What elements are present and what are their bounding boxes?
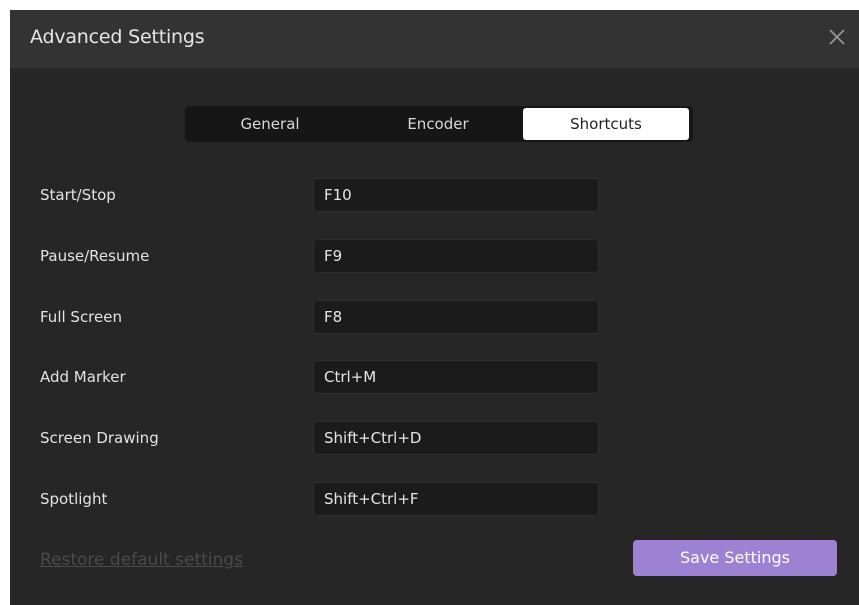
advanced-settings-dialog: Advanced Settings General Encoder Shortc… [10, 10, 859, 605]
tab-encoder[interactable]: Encoder [355, 108, 521, 140]
close-button[interactable] [825, 25, 849, 49]
shortcut-label-add-marker: Add Marker [40, 368, 126, 386]
dialog-title: Advanced Settings [30, 26, 205, 48]
shortcut-field-full-screen[interactable]: F8 [313, 300, 599, 334]
title-bar: Advanced Settings [10, 10, 859, 68]
close-icon [829, 29, 845, 45]
shortcut-field-add-marker[interactable]: Ctrl+M [313, 360, 599, 394]
shortcut-label-full-screen: Full Screen [40, 308, 122, 326]
shortcut-label-pause-resume: Pause/Resume [40, 247, 150, 265]
shortcut-label-start-stop: Start/Stop [40, 186, 116, 204]
tab-general[interactable]: General [187, 108, 353, 140]
shortcut-field-start-stop[interactable]: F10 [313, 178, 599, 212]
settings-tabs: General Encoder Shortcuts [185, 106, 693, 142]
save-settings-button[interactable]: Save Settings [633, 540, 837, 576]
tab-shortcuts[interactable]: Shortcuts [523, 108, 689, 140]
shortcut-label-screen-drawing: Screen Drawing [40, 429, 159, 447]
shortcut-field-pause-resume[interactable]: F9 [313, 239, 599, 273]
restore-defaults-link[interactable]: Restore default settings [40, 550, 243, 570]
shortcut-field-spotlight[interactable]: Shift+Ctrl+F [313, 482, 599, 516]
shortcut-field-screen-drawing[interactable]: Shift+Ctrl+D [313, 421, 599, 455]
shortcut-label-spotlight: Spotlight [40, 490, 108, 508]
